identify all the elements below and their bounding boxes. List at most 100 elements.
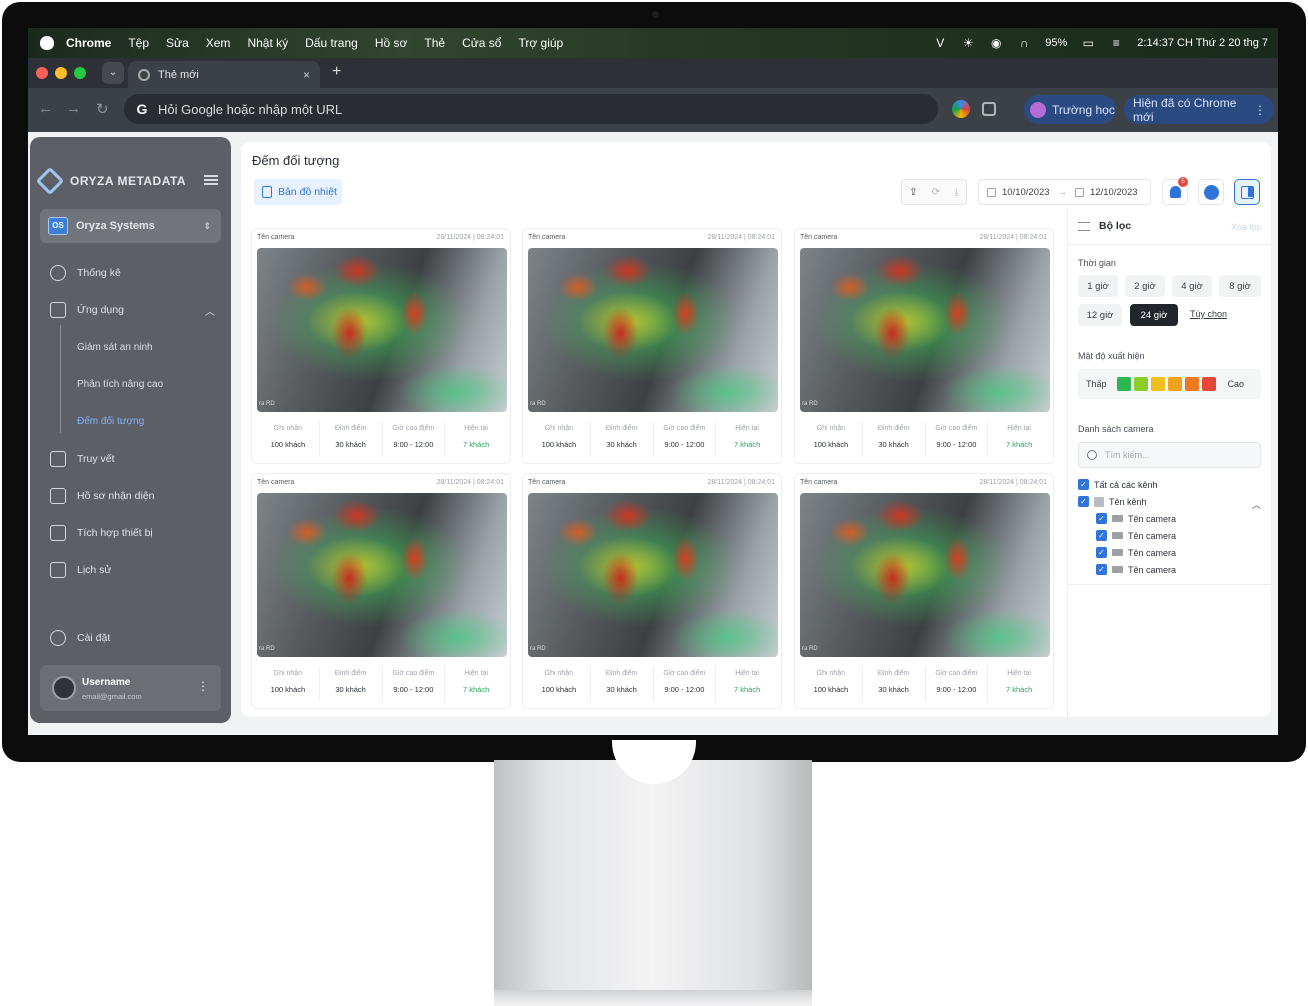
v-status-icon[interactable]: V xyxy=(933,37,947,49)
notification-button[interactable]: 5 xyxy=(1162,177,1188,205)
sidebar-item-label: Lịch sử xyxy=(77,564,112,576)
heatmap-image[interactable]: ra RD xyxy=(257,248,507,412)
sidebar-item-devices[interactable]: Tích hợp thiết bị xyxy=(30,521,231,545)
submenu-advanced-analytics[interactable]: Phân tích nâng cao xyxy=(77,372,227,396)
new-tab-plus-icon[interactable]: + xyxy=(332,63,341,81)
camera-name: Tên camera xyxy=(257,234,295,241)
menu-help[interactable]: Trợ giúp xyxy=(518,36,563,50)
airpods-icon[interactable]: ∩ xyxy=(1017,37,1031,49)
tab-new-tab[interactable]: Thẻ mới × xyxy=(128,61,320,88)
zoom-window-button[interactable] xyxy=(74,67,86,79)
time-chip-1h[interactable]: 1 giờ xyxy=(1078,275,1118,297)
user-menu-kebab-icon[interactable]: ⋮ xyxy=(197,679,209,693)
menu-history[interactable]: Nhật ký xyxy=(247,36,288,50)
camera-card[interactable]: Tên camera 28/11/2024 | 08:24:01 ra RD Ghi … xyxy=(794,228,1054,464)
back-arrow-icon[interactable]: ← xyxy=(38,100,53,117)
toggle-filter-panel-button[interactable] xyxy=(1234,179,1260,205)
sidebar-item-profiles[interactable]: Hồ sơ nhận diện xyxy=(30,484,231,508)
minimize-window-button[interactable] xyxy=(55,67,67,79)
play-circle-icon[interactable]: ◉ xyxy=(989,37,1003,49)
checkbox-camera[interactable]: ✓ Tên camera xyxy=(1096,530,1176,541)
control-center-icon[interactable]: ≡ xyxy=(1109,37,1123,49)
checkbox-channel[interactable]: ✓ Tên kênh xyxy=(1078,496,1147,507)
submenu-security-monitoring[interactable]: Giám sát an ninh xyxy=(77,335,227,359)
camera-card[interactable]: Tên camera 28/11/2024 | 08:24:01 ra RD Ghi … xyxy=(522,228,782,464)
reload-icon[interactable]: ↻ xyxy=(96,100,109,118)
close-tab-icon[interactable]: × xyxy=(303,68,310,82)
checkbox-camera[interactable]: ✓ Tên camera xyxy=(1096,547,1176,558)
sidebar-item-trace[interactable]: Truy vết xyxy=(30,447,231,471)
hamburger-menu-icon[interactable] xyxy=(204,175,218,185)
menu-app-name[interactable]: Chrome xyxy=(66,36,111,50)
tab-strip: ⌄ Thẻ mới × + xyxy=(28,58,1278,88)
org-switcher[interactable]: OS Oryza Systems ⇕ xyxy=(40,209,221,243)
heatmap-image[interactable]: ra RD xyxy=(800,248,1050,412)
chevron-up-icon[interactable]: ︿ xyxy=(1252,498,1261,511)
date-range-picker[interactable]: 10/10/2023 → 12/10/2023 xyxy=(978,179,1151,205)
custom-time-link[interactable]: Tùy chọn xyxy=(1190,309,1227,319)
heatmap-button[interactable]: Bản đồ nhiệt xyxy=(254,179,342,205)
camera-stats: Ghi nhận 100 khách Đỉnh điểm 30 khách Giờ ca… xyxy=(800,422,1050,456)
download-icon[interactable]: ⤓ xyxy=(954,187,958,198)
clear-filter-button[interactable]: Xóa lọc xyxy=(1231,222,1261,232)
menu-view[interactable]: Xem xyxy=(206,36,231,50)
submenu-object-counting[interactable]: Đếm đối tượng xyxy=(77,409,227,433)
heatmap-image[interactable]: ra RD xyxy=(528,493,778,657)
stat-cell: Giờ cao điểm 9:00 - 12:00 xyxy=(383,422,446,456)
close-window-button[interactable] xyxy=(36,67,48,79)
cctv-camera-icon xyxy=(1112,515,1123,522)
chat-button[interactable] xyxy=(1198,179,1224,205)
stat-value: 30 khách xyxy=(335,440,366,449)
brightness-icon[interactable]: ☀ xyxy=(961,37,975,49)
time-chip-12h[interactable]: 12 giờ xyxy=(1078,304,1122,326)
share-icon[interactable]: ⇪ xyxy=(909,187,917,198)
menu-edit[interactable]: Sửa xyxy=(166,36,189,50)
sidebar-item-history[interactable]: Lịch sử xyxy=(30,558,231,582)
checkbox-camera[interactable]: ✓ Tên camera xyxy=(1096,513,1176,524)
document-icon xyxy=(262,186,272,198)
menubar-clock[interactable]: 2:14:37 CH Thứ 2 20 thg 7 xyxy=(1137,37,1268,49)
menu-file[interactable]: Tệp xyxy=(128,36,149,50)
stat-label: Giờ cao điểm xyxy=(935,425,978,432)
stat-label: Ghi nhận xyxy=(273,670,303,677)
checkbox-camera[interactable]: ✓ Tên camera xyxy=(1096,564,1176,575)
camera-card[interactable]: Tên camera 28/11/2024 | 08:24:01 ra RD Ghi … xyxy=(522,473,782,709)
heatmap-image[interactable]: ra RD xyxy=(800,493,1050,657)
refresh-icon[interactable]: ⟳ xyxy=(932,187,940,198)
heatmap-image[interactable]: ra RD xyxy=(528,248,778,412)
battery-percent[interactable]: 95% xyxy=(1045,37,1067,49)
tab-search-chevron-icon[interactable]: ⌄ xyxy=(102,62,124,84)
time-chip-2h[interactable]: 2 giờ xyxy=(1125,275,1165,297)
omnibox[interactable]: G Hỏi Google hoặc nhập một URL xyxy=(124,94,938,124)
heatmap-image[interactable]: ra RD xyxy=(257,493,507,657)
time-chip-24h[interactable]: 24 giờ xyxy=(1130,304,1178,326)
camera-stats: Ghi nhận 100 khách Đỉnh điểm 30 khách Giờ ca… xyxy=(257,667,507,701)
camera-search-input[interactable]: Tìm kiếm... xyxy=(1078,442,1261,468)
camera-card[interactable]: Tên camera 28/11/2024 | 08:24:01 ra RD Ghi … xyxy=(251,473,511,709)
sidebar-item-apps[interactable]: Ứng dụng ︿ xyxy=(30,298,231,322)
brand[interactable]: ORYZA METADATA xyxy=(35,166,186,196)
menu-window[interactable]: Cửa sổ xyxy=(462,36,501,50)
menu-bookmarks[interactable]: Dấu trang xyxy=(305,36,358,50)
camera-datetime: 28/11/2024 | 08:24:01 xyxy=(436,479,504,486)
forward-arrow-icon[interactable]: → xyxy=(66,100,81,117)
stat-cell: Ghi nhận 100 khách xyxy=(800,422,863,456)
sidebar-item-stats[interactable]: Thống kê xyxy=(30,261,231,285)
camera-card[interactable]: Tên camera 28/11/2024 | 08:24:01 ra RD Ghi … xyxy=(794,473,1054,709)
sidebar-item-label: Hồ sơ nhận diện xyxy=(77,490,155,502)
menu-tab[interactable]: Thẻ xyxy=(424,36,445,50)
user-card[interactable]: Username email@gmail.com ⋮ xyxy=(40,665,221,711)
battery-icon[interactable]: ▭ xyxy=(1081,37,1095,49)
time-chip-4h[interactable]: 4 giờ xyxy=(1172,275,1212,297)
camera-datetime: 28/11/2024 | 08:24:01 xyxy=(979,479,1047,486)
chrome-update-button[interactable]: Hiện đã có Chrome mới ⋮ xyxy=(1124,95,1274,124)
time-chip-8h[interactable]: 8 giờ xyxy=(1219,275,1261,297)
camera-card[interactable]: Tên camera 28/11/2024 | 08:24:01 ra RD Ghi … xyxy=(251,228,511,464)
profile-button[interactable]: Trường học xyxy=(1024,95,1116,124)
extensions-puzzle-icon[interactable] xyxy=(982,102,996,116)
google-lens-extension-icon[interactable] xyxy=(952,100,970,118)
sidebar-item-settings[interactable]: Cài đặt xyxy=(30,626,231,650)
apple-icon[interactable] xyxy=(40,36,54,50)
checkbox-all-channels[interactable]: ✓ Tất cả các kênh xyxy=(1078,479,1158,490)
menu-profiles[interactable]: Hồ sơ xyxy=(375,36,408,50)
